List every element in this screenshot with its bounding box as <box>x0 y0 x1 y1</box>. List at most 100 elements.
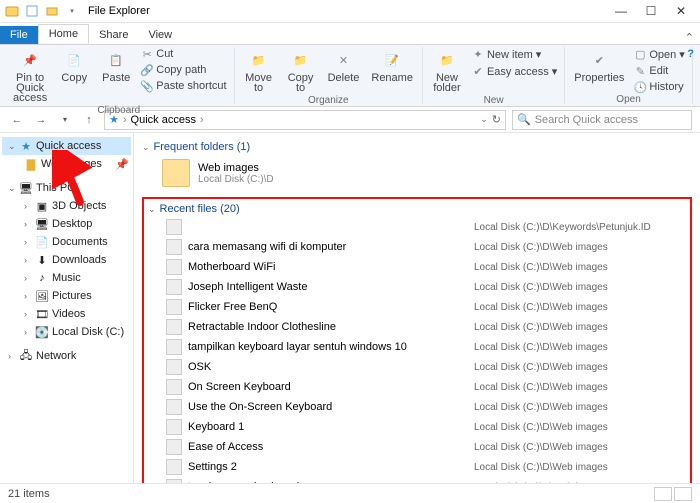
back-button[interactable]: ← <box>8 111 26 129</box>
rename-button[interactable]: 📝Rename <box>367 47 417 85</box>
file-path: Local Disk (C:)\D\Web images <box>474 342 608 353</box>
recent-files-header[interactable]: ⌄Recent files (20) <box>148 201 686 217</box>
recent-file-row[interactable]: touch screen keyboardLocal Disk (C:)\D\W… <box>148 477 686 483</box>
delete-button[interactable]: ✕Delete <box>324 47 364 85</box>
copy-path-button[interactable]: 🔗Copy path <box>139 63 228 77</box>
easy-access-icon: ✔ <box>472 66 484 78</box>
file-path: Local Disk (C:)\D\Web images <box>474 442 608 453</box>
recent-file-row[interactable]: tampilkan keyboard layar sentuh windows … <box>148 337 686 357</box>
breadcrumb-root[interactable]: Quick access <box>131 114 196 126</box>
copy-button[interactable]: 📄Copy <box>55 47 93 85</box>
music-icon: ♪ <box>35 271 49 285</box>
file-path: Local Disk (C:)\D\Web images <box>474 322 608 333</box>
sidebar-item-pictures[interactable]: ›🖼Pictures <box>2 287 131 305</box>
frequent-folders-header[interactable]: ⌄Frequent folders (1) <box>142 139 692 155</box>
address-dropdown-icon[interactable]: ⌄ <box>480 114 488 125</box>
properties-button[interactable]: ✔Properties <box>570 47 628 85</box>
sidebar-item-videos[interactable]: ›🎞Videos <box>2 305 131 323</box>
minimize-button[interactable]: — <box>606 1 636 21</box>
tab-file[interactable]: File <box>0 26 38 44</box>
easy-access-button[interactable]: ✔Easy access ▾ <box>470 64 559 79</box>
collapse-ribbon-icon[interactable]: ⌃ <box>685 31 700 44</box>
file-path: Local Disk (C:)\D\Web images <box>474 282 608 293</box>
file-name: Retractable Indoor Clothesline <box>188 321 468 333</box>
recent-file-row[interactable]: Use the On-Screen KeyboardLocal Disk (C:… <box>148 397 686 417</box>
copy-to-button[interactable]: 📁Copy to <box>282 47 320 95</box>
sidebar-item-downloads[interactable]: ›⬇Downloads <box>2 251 131 269</box>
tab-share[interactable]: Share <box>89 26 138 44</box>
maximize-button[interactable]: ☐ <box>636 1 666 21</box>
recent-file-row[interactable]: Settings 2Local Disk (C:)\D\Web images <box>148 457 686 477</box>
history-button[interactable]: 🕓History <box>632 80 686 94</box>
sidebar-item-desktop[interactable]: ›🖥Desktop <box>2 215 131 233</box>
file-name: Settings 2 <box>188 461 468 473</box>
cube-icon: ▣ <box>35 199 49 213</box>
file-icon <box>166 279 182 295</box>
up-button[interactable]: ↑ <box>80 111 98 129</box>
frequent-folder-web-images[interactable]: Web images Local Disk (C:)\D <box>142 155 692 191</box>
qat-dropdown-icon[interactable]: ▾ <box>64 3 80 19</box>
sidebar-item-music[interactable]: ›♪Music <box>2 269 131 287</box>
sidebar-item-3d-objects[interactable]: ›▣3D Objects <box>2 197 131 215</box>
address-bar[interactable]: ★ › Quick access › ⌄ ↻ <box>104 110 506 130</box>
group-label-clipboard: Clipboard <box>97 105 140 118</box>
recent-locations-button[interactable]: ▾ <box>56 111 74 129</box>
details-view-button[interactable] <box>654 487 672 501</box>
star-icon: ★ <box>19 139 33 153</box>
group-label-new: New <box>484 95 504 108</box>
help-icon[interactable]: ? <box>687 48 694 60</box>
refresh-button[interactable]: ↻ <box>492 113 501 126</box>
sidebar-item-this-pc[interactable]: ⌄🖥This PC <box>2 179 131 197</box>
sidebar-item-documents[interactable]: ›📄Documents <box>2 233 131 251</box>
sidebar-item-network[interactable]: ›🖧Network <box>2 347 131 365</box>
qat-new-folder-icon[interactable] <box>44 3 60 19</box>
file-name: Motherboard WiFi <box>188 261 468 273</box>
recent-file-row[interactable]: Retractable Indoor Clothesline Local Disk… <box>148 317 686 337</box>
move-to-button[interactable]: 📁Move to <box>240 47 278 95</box>
sidebar-item-web-images[interactable]: ▇Web images📌 <box>2 155 131 173</box>
recent-file-row[interactable]: On Screen KeyboardLocal Disk (C:)\D\Web … <box>148 377 686 397</box>
file-name: cara memasang wifi di komputer <box>188 241 468 253</box>
thumbnail-view-button[interactable] <box>674 487 692 501</box>
path-icon: 🔗 <box>141 64 153 76</box>
close-button[interactable]: ✕ <box>666 1 696 21</box>
cut-icon: ✂ <box>141 48 153 60</box>
new-item-button[interactable]: ✦New item ▾ <box>470 47 559 62</box>
sidebar-item-quick-access[interactable]: ⌄★Quick access <box>2 137 131 155</box>
pin-quick-access-button[interactable]: 📌Pin to Quick access <box>9 47 51 105</box>
recent-file-row[interactable]: Keyboard 1Local Disk (C:)\D\Web images <box>148 417 686 437</box>
search-placeholder: Search Quick access <box>535 114 638 126</box>
file-name: tampilkan keyboard layar sentuh windows … <box>188 341 468 353</box>
recent-file-row[interactable]: Motherboard WiFi Local Disk (C:)\D\Web im… <box>148 257 686 277</box>
search-input[interactable]: 🔍 Search Quick access <box>512 110 692 130</box>
file-path: Local Disk (C:)\D\Keywords\Petunjuk.ID <box>474 222 651 233</box>
file-icon <box>166 419 182 435</box>
recent-file-row[interactable]: Local Disk (C:)\D\Keywords\Petunjuk.ID <box>148 217 686 237</box>
cut-button[interactable]: ✂Cut <box>139 47 228 61</box>
paste-shortcut-button[interactable]: 📎Paste shortcut <box>139 79 228 93</box>
open-button[interactable]: ▢Open ▾ <box>632 47 686 62</box>
tab-home[interactable]: Home <box>38 24 89 44</box>
disk-icon: 💽 <box>35 325 49 339</box>
recent-file-row[interactable]: cara memasang wifi di komputerLocal Disk… <box>148 237 686 257</box>
paste-button[interactable]: 📋Paste <box>97 47 135 85</box>
file-icon <box>166 359 182 375</box>
recent-file-row[interactable]: OSKLocal Disk (C:)\D\Web images <box>148 357 686 377</box>
search-icon: 🔍 <box>517 113 531 126</box>
recent-file-row[interactable]: Flicker Free BenQLocal Disk (C:)\D\Web i… <box>148 297 686 317</box>
folder-icon: ▇ <box>24 157 38 171</box>
sidebar-item-local-disk[interactable]: ›💽Local Disk (C:) <box>2 323 131 341</box>
status-bar: 21 items <box>0 483 700 503</box>
recent-file-row[interactable]: Ease of AccessLocal Disk (C:)\D\Web imag… <box>148 437 686 457</box>
new-folder-button[interactable]: 📁New folder <box>428 47 466 95</box>
rename-icon: 📝 <box>381 49 403 71</box>
file-icon <box>166 439 182 455</box>
file-path: Local Disk (C:)\D\Web images <box>474 262 608 273</box>
file-icon <box>166 219 182 235</box>
file-icon <box>166 339 182 355</box>
recent-file-row[interactable]: Joseph Intelligent WasteLocal Disk (C:)\… <box>148 277 686 297</box>
qat-properties-icon[interactable] <box>24 3 40 19</box>
tab-view[interactable]: View <box>138 26 182 44</box>
forward-button[interactable]: → <box>32 111 50 129</box>
edit-button[interactable]: ✎Edit <box>632 64 686 78</box>
